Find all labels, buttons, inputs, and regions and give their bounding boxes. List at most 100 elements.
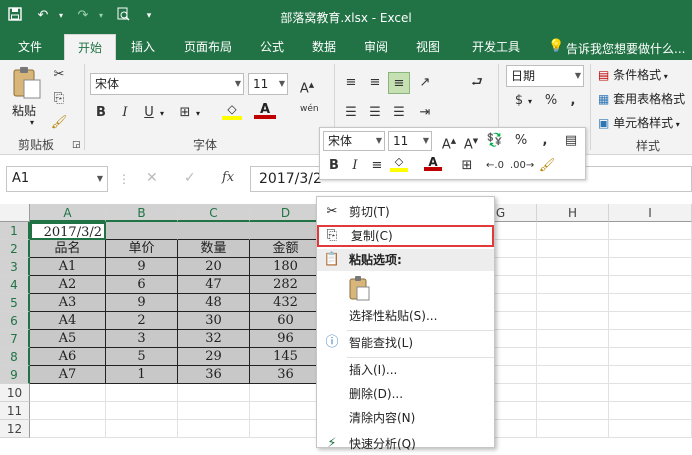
cell-i12[interactable] bbox=[609, 420, 692, 438]
mini-format-table-icon[interactable]: ▤ bbox=[560, 130, 582, 152]
cell-c2[interactable]: 数量 bbox=[178, 240, 250, 258]
cell-b6[interactable]: 2 bbox=[106, 312, 178, 330]
paste-label[interactable]: 粘贴 bbox=[12, 102, 36, 119]
row-header-2[interactable]: 2 bbox=[0, 240, 30, 258]
cell-h11[interactable] bbox=[537, 402, 609, 420]
cell-h5[interactable] bbox=[537, 294, 609, 312]
cell-d12[interactable] bbox=[250, 420, 322, 438]
cell-i7[interactable] bbox=[609, 330, 692, 348]
cell-c7[interactable]: 32 bbox=[178, 330, 250, 348]
mini-bold-button[interactable]: B bbox=[323, 155, 345, 177]
cell-a8[interactable]: A6 bbox=[30, 348, 106, 366]
cell-a4[interactable]: A2 bbox=[30, 276, 106, 294]
cell-d11[interactable] bbox=[250, 402, 322, 420]
borders-icon[interactable]: ⊞ bbox=[174, 102, 196, 124]
menu-item-copy[interactable]: ⎘ 复制(C) bbox=[317, 225, 494, 247]
cell-d4[interactable]: 282 bbox=[250, 276, 322, 294]
mini-percent-button[interactable]: % bbox=[510, 130, 532, 152]
row-header-3[interactable]: 3 bbox=[0, 258, 30, 276]
menu-item-smart-lookup[interactable]: ⓘ 智能查找(L) bbox=[317, 332, 494, 354]
mini-font-name-combo[interactable]: 宋体 ▼ bbox=[323, 131, 385, 151]
cell-h9[interactable] bbox=[537, 366, 609, 384]
phonetic-label[interactable]: wén bbox=[300, 104, 319, 114]
tab-developer[interactable]: 开发工具 bbox=[460, 34, 532, 60]
column-header-b[interactable]: B bbox=[106, 204, 178, 222]
cell-c1[interactable] bbox=[178, 222, 250, 240]
cell-h6[interactable] bbox=[537, 312, 609, 330]
underline-dropdown-icon[interactable]: ▾ bbox=[160, 109, 164, 118]
cell-c3[interactable]: 20 bbox=[178, 258, 250, 276]
cell-h1[interactable] bbox=[537, 222, 609, 240]
mini-format-painter-icon[interactable]: 🖌 bbox=[536, 155, 558, 177]
tell-me-box[interactable]: 告诉我您想要做什么... bbox=[566, 40, 685, 57]
align-left-icon[interactable]: ☰ bbox=[340, 102, 362, 124]
cell-d8[interactable]: 145 bbox=[250, 348, 322, 366]
cell-i1[interactable] bbox=[609, 222, 692, 240]
cell-i9[interactable] bbox=[609, 366, 692, 384]
row-header-10[interactable]: 10 bbox=[0, 384, 30, 402]
row-header-7[interactable]: 7 bbox=[0, 330, 30, 348]
mini-fill-color-icon[interactable]: ◇ bbox=[390, 155, 408, 177]
align-bottom-icon[interactable]: ≡ bbox=[388, 72, 410, 94]
menu-item-insert[interactable]: 插入(I)... bbox=[317, 359, 494, 381]
cell-c10[interactable] bbox=[178, 384, 250, 402]
row-header-6[interactable]: 6 bbox=[0, 312, 30, 330]
mini-font-color-icon[interactable]: A bbox=[424, 155, 442, 177]
wrap-text-icon[interactable]: ⮐ bbox=[466, 72, 488, 94]
cell-c6[interactable]: 30 bbox=[178, 312, 250, 330]
align-middle-icon[interactable]: ≡ bbox=[364, 72, 386, 94]
cell-b3[interactable]: 9 bbox=[106, 258, 178, 276]
column-header-h[interactable]: H bbox=[537, 204, 609, 222]
column-header-c[interactable]: C bbox=[178, 204, 250, 222]
tab-formulas[interactable]: 公式 bbox=[250, 34, 294, 60]
column-header-a[interactable]: A bbox=[30, 204, 106, 222]
cell-c12[interactable] bbox=[178, 420, 250, 438]
comma-icon[interactable]: , bbox=[562, 90, 584, 112]
cell-i2[interactable] bbox=[609, 240, 692, 258]
cell-b11[interactable] bbox=[106, 402, 178, 420]
cell-b4[interactable]: 6 bbox=[106, 276, 178, 294]
menu-item-paste-special[interactable]: 选择性粘贴(S)... bbox=[317, 305, 494, 327]
cell-d1[interactable] bbox=[250, 222, 322, 240]
column-header-i[interactable]: I bbox=[609, 204, 692, 222]
cell-b8[interactable]: 5 bbox=[106, 348, 178, 366]
paste-icon[interactable] bbox=[10, 66, 44, 102]
tab-review[interactable]: 审阅 bbox=[354, 34, 398, 60]
row-header-9[interactable]: 9 bbox=[0, 366, 30, 384]
cell-c5[interactable]: 48 bbox=[178, 294, 250, 312]
cell-h12[interactable] bbox=[537, 420, 609, 438]
cell-b2[interactable]: 单价 bbox=[106, 240, 178, 258]
cell-d7[interactable]: 96 bbox=[250, 330, 322, 348]
cell-d9[interactable]: 36 bbox=[250, 366, 322, 384]
cell-d2[interactable]: 金额 bbox=[250, 240, 322, 258]
cell-b10[interactable] bbox=[106, 384, 178, 402]
row-header-8[interactable]: 8 bbox=[0, 348, 30, 366]
orientation-icon[interactable]: ↗ bbox=[414, 72, 436, 94]
menu-item-quick-analysis[interactable]: ⚡ 快速分析(Q) bbox=[317, 433, 494, 455]
mini-decrease-decimal-icon[interactable]: .00→ bbox=[510, 155, 534, 177]
cell-i10[interactable] bbox=[609, 384, 692, 402]
cell-i3[interactable] bbox=[609, 258, 692, 276]
cell-a12[interactable] bbox=[30, 420, 106, 438]
mini-decrease-font-icon[interactable]: A▼ bbox=[460, 130, 482, 152]
cut-icon[interactable]: ✂ bbox=[48, 64, 70, 86]
underline-button[interactable]: U bbox=[138, 102, 160, 124]
number-format-combo[interactable]: 日期 ▼ bbox=[506, 65, 584, 87]
cell-i8[interactable] bbox=[609, 348, 692, 366]
cell-c8[interactable]: 29 bbox=[178, 348, 250, 366]
font-name-combo[interactable]: 宋体 ▼ bbox=[90, 73, 244, 95]
mini-comma-button[interactable]: , bbox=[534, 130, 556, 152]
cell-a7[interactable]: A5 bbox=[30, 330, 106, 348]
cell-h3[interactable] bbox=[537, 258, 609, 276]
cell-b12[interactable] bbox=[106, 420, 178, 438]
cell-a3[interactable]: A1 bbox=[30, 258, 106, 276]
cell-i4[interactable] bbox=[609, 276, 692, 294]
cell-c9[interactable]: 36 bbox=[178, 366, 250, 384]
row-header-1[interactable]: 1 bbox=[0, 222, 30, 240]
increase-font-icon[interactable]: A▲ bbox=[296, 74, 318, 96]
mini-increase-decimal-icon[interactable]: ←.0 bbox=[484, 155, 506, 177]
conditional-format-button[interactable]: ▤ 条件格式 ▾ bbox=[598, 66, 668, 83]
mini-accounting-icon[interactable]: 💱 bbox=[484, 130, 506, 152]
cell-a10[interactable] bbox=[30, 384, 106, 402]
cell-i5[interactable] bbox=[609, 294, 692, 312]
